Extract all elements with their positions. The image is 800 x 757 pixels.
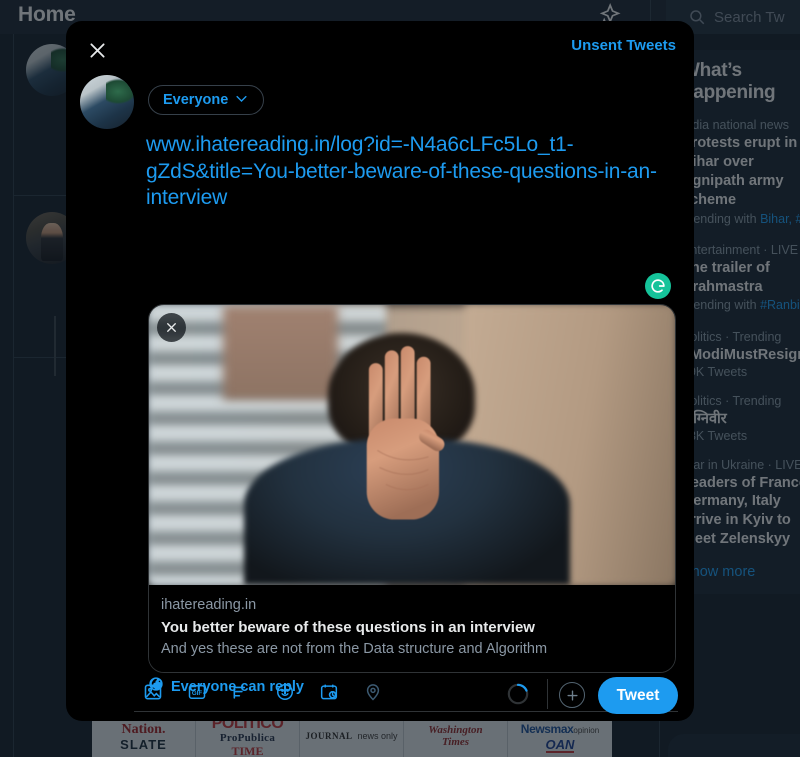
link-preview-card[interactable]: ihatereading.in You better beware of the… xyxy=(148,304,676,673)
location-icon[interactable] xyxy=(356,675,390,709)
link-preview-meta: ihatereading.in You better beware of the… xyxy=(149,585,675,672)
link-domain: ihatereading.in xyxy=(161,597,257,613)
emoji-icon[interactable] xyxy=(268,675,302,709)
link-title: You better beware of these questions in … xyxy=(161,618,535,636)
unsent-tweets-link[interactable]: Unsent Tweets xyxy=(571,37,676,54)
tweet-button[interactable]: Tweet xyxy=(598,677,678,714)
link-description: And yes these are not from the Data stru… xyxy=(161,641,548,658)
chevron-down-icon xyxy=(234,91,249,110)
schedule-icon[interactable] xyxy=(312,675,346,709)
audience-selector[interactable]: Everyone xyxy=(148,85,265,115)
avatar[interactable] xyxy=(80,75,134,129)
link-preview-image xyxy=(149,305,675,585)
audience-label: Everyone xyxy=(163,92,229,108)
character-count-ring xyxy=(507,683,529,705)
poll-icon[interactable] xyxy=(224,675,258,709)
add-tweet-button[interactable] xyxy=(559,682,585,708)
toolbar-vertical-divider xyxy=(547,679,548,709)
modal-header: Unsent Tweets xyxy=(66,21,694,75)
close-icon[interactable] xyxy=(80,33,114,67)
tweet-compose-text[interactable]: www.ihatereading.in/log?id=-N4a6cLFc5Lo_… xyxy=(146,132,666,212)
compose-toolbar: GIF Tweet xyxy=(66,669,694,721)
app-root: Home Search Tw xyxy=(0,0,800,757)
gif-icon[interactable]: GIF xyxy=(180,675,214,709)
grammarly-icon[interactable] xyxy=(645,273,671,299)
remove-image-button[interactable] xyxy=(157,313,186,342)
svg-text:GIF: GIF xyxy=(192,690,202,697)
compose-tweet-modal: Unsent Tweets Everyone www.ihatereading.… xyxy=(66,21,694,721)
media-icon[interactable] xyxy=(136,675,170,709)
palm-shape xyxy=(366,346,445,520)
